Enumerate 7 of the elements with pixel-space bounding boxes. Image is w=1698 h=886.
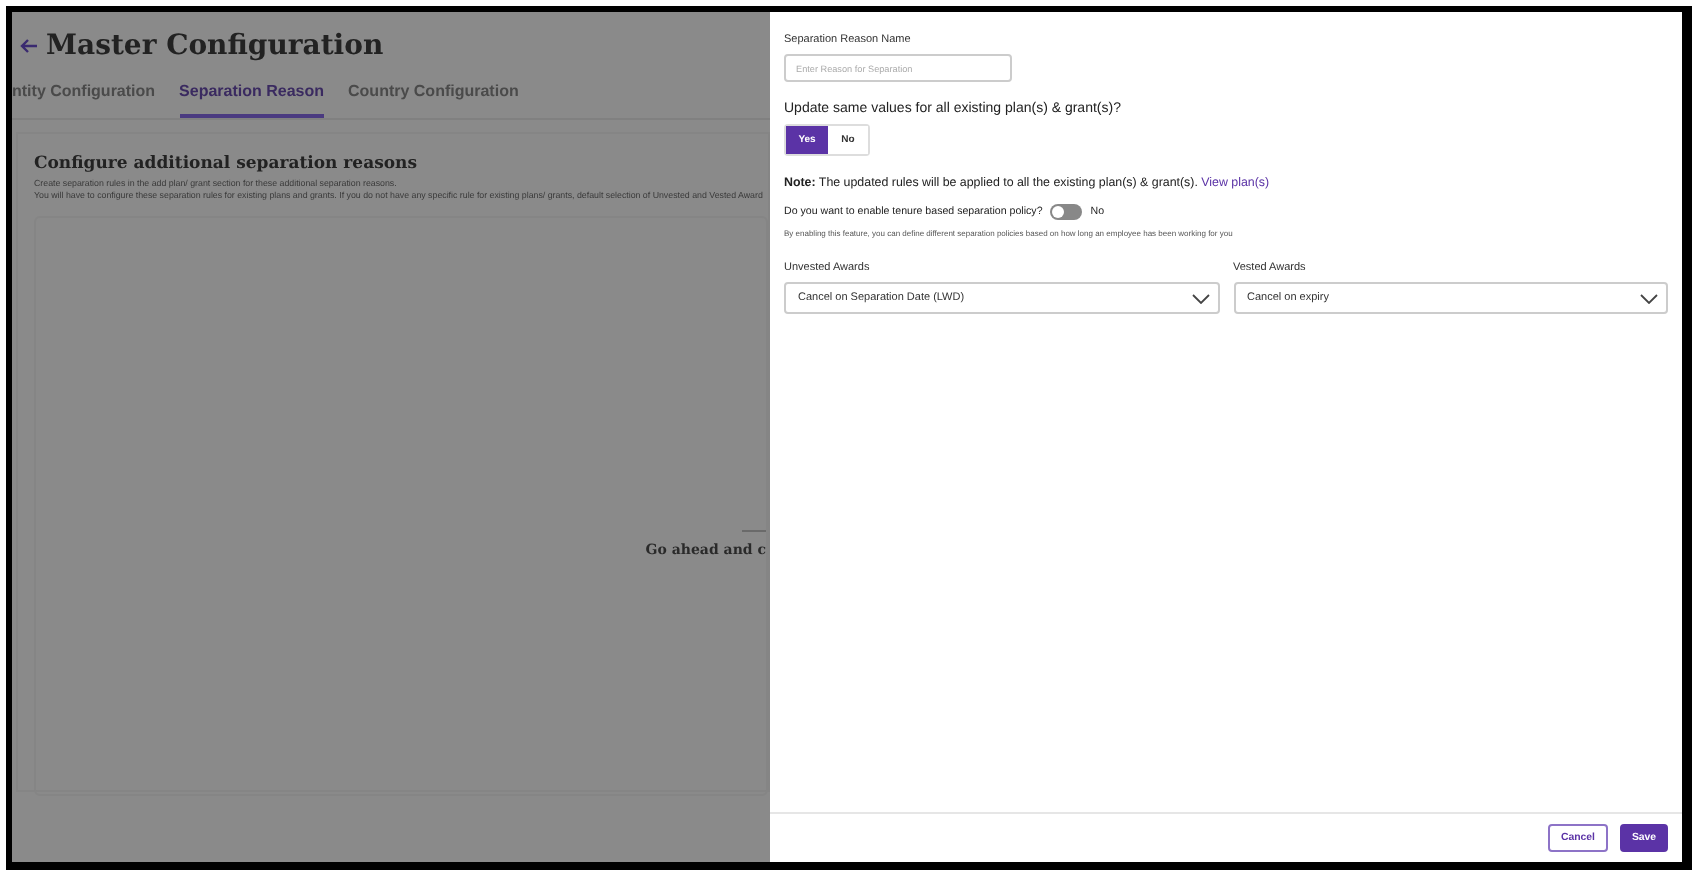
back-arrow-icon[interactable] — [20, 38, 38, 54]
tenure-switch[interactable] — [1050, 204, 1083, 220]
chevron-down-icon — [1640, 293, 1658, 303]
section-heading: Configure additional separation reasons — [34, 154, 419, 174]
chevron-down-icon — [1191, 293, 1209, 303]
page-title: Master Configuration — [46, 30, 384, 62]
tab[interactable]: Separation Reason — [179, 82, 325, 118]
